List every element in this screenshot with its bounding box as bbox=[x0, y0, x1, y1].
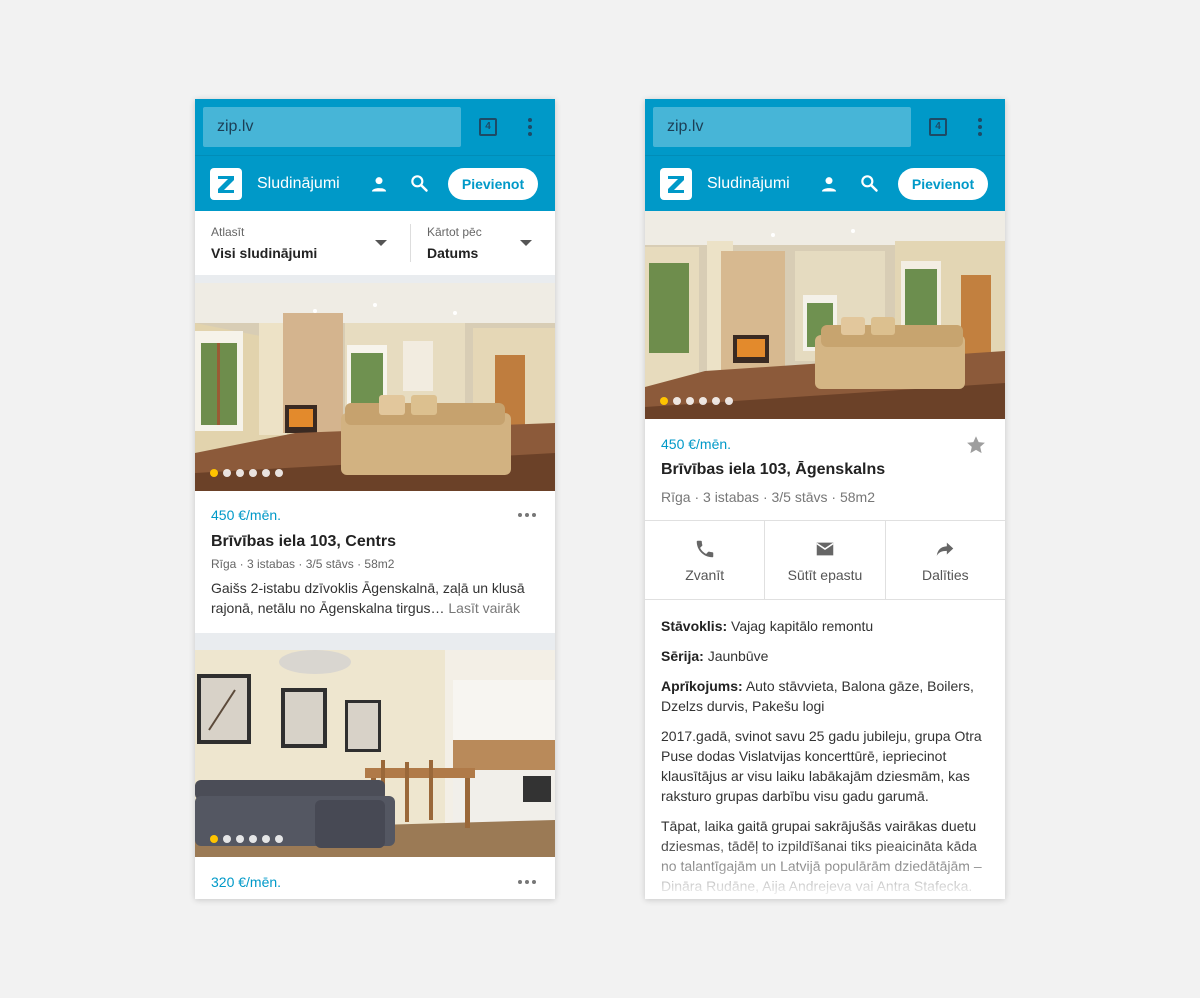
listing-screen: zip.lv 4 Sludinājumi Pievienot Atlasīt V… bbox=[195, 99, 555, 899]
url-bar[interactable]: zip.lv bbox=[653, 107, 911, 147]
listing-meta: Rīga · 3 istabas · 3/5 stāvs · 58m2 bbox=[211, 557, 395, 571]
browser-menu-icon[interactable] bbox=[977, 118, 983, 136]
phone-icon bbox=[696, 540, 713, 558]
more-options-icon[interactable] bbox=[518, 880, 536, 884]
description-paragraph: 2017.gadā, svinot savu 25 gadu jubileju,… bbox=[661, 728, 982, 804]
sort-dropdown-icon[interactable] bbox=[520, 240, 532, 246]
search-icon[interactable] bbox=[859, 173, 879, 193]
filter-label: Atlasīt bbox=[211, 225, 245, 239]
action-label: Dalīties bbox=[921, 567, 969, 583]
filter-bar: Atlasīt Visi sludinājumi Kārtot pēc Datu… bbox=[195, 211, 555, 275]
detail-field: Aprīkojums: Auto stāvvieta, Balona gāze,… bbox=[661, 676, 991, 716]
action-label: Zvanīt bbox=[685, 567, 725, 583]
listing-card[interactable]: 320 €/mēn. bbox=[195, 650, 555, 899]
add-listing-button[interactable]: Pievienot bbox=[898, 168, 988, 200]
favorite-star-icon[interactable] bbox=[965, 434, 987, 456]
share-button[interactable]: Dalīties bbox=[884, 521, 1005, 599]
kitchen-photo bbox=[195, 650, 555, 857]
app-title: Sludinājumi bbox=[257, 175, 340, 192]
field-key: Sērija: bbox=[661, 648, 704, 664]
app-header: Sludinājumi Pievienot bbox=[645, 155, 1005, 211]
field-key: Aprīkojums: bbox=[661, 678, 743, 694]
detail-field: Sērija: Jaunbūve bbox=[661, 646, 991, 666]
photo-pager[interactable] bbox=[660, 397, 733, 405]
text-fade-overlay bbox=[645, 839, 1005, 899]
add-listing-button[interactable]: Pievienot bbox=[448, 168, 538, 200]
filter-value: Visi sludinājumi bbox=[211, 245, 318, 261]
search-icon[interactable] bbox=[409, 173, 429, 193]
tabs-count-icon[interactable]: 4 bbox=[929, 118, 947, 136]
sort-label: Kārtot pēc bbox=[427, 225, 482, 239]
user-icon[interactable] bbox=[819, 174, 839, 194]
contact-actions: Zvanīt Sūtīt epastu Dalīties bbox=[645, 520, 1005, 600]
listing-photo[interactable] bbox=[195, 650, 555, 857]
email-button[interactable]: Sūtīt epastu bbox=[764, 521, 884, 599]
listing-description: Gaišs 2-istabu dzīvoklis Āgenskalnā, zaļ… bbox=[211, 578, 541, 618]
listing-title[interactable]: Brīvības iela 103, Centrs bbox=[211, 533, 396, 551]
action-label: Sūtīt epastu bbox=[787, 567, 863, 583]
photo-pager[interactable] bbox=[210, 469, 283, 477]
field-value: Jaunbūve bbox=[707, 648, 769, 664]
photo-pager[interactable] bbox=[210, 835, 283, 843]
divider bbox=[410, 224, 411, 262]
living-room-photo bbox=[645, 211, 1005, 419]
filter-dropdown-icon[interactable] bbox=[375, 240, 387, 246]
read-more-link[interactable]: Lasīt vairāk bbox=[448, 600, 520, 616]
listing-price: 450 €/mēn. bbox=[661, 436, 732, 452]
listing-price: 450 €/mēn. bbox=[211, 507, 282, 523]
browser-toolbar: zip.lv 4 bbox=[195, 99, 555, 155]
share-icon bbox=[937, 542, 954, 556]
more-options-icon[interactable] bbox=[518, 513, 536, 517]
field-key: Stāvoklis: bbox=[661, 618, 728, 634]
sort-value: Datums bbox=[427, 245, 479, 261]
filter-select[interactable]: Atlasīt Visi sludinājumi bbox=[211, 225, 317, 261]
listing-meta: Rīga · 3 istabas · 3/5 stāvs · 58m2 bbox=[661, 489, 875, 505]
detail-screen: zip.lv 4 Sludinājumi Pievienot 450 €/mēn… bbox=[645, 99, 1005, 899]
listing-card[interactable]: 450 €/mēn. Brīvības iela 103, Centrs Rīg… bbox=[195, 283, 555, 633]
browser-toolbar: zip.lv 4 bbox=[645, 99, 1005, 155]
app-header: Sludinājumi Pievienot bbox=[195, 155, 555, 211]
listing-photo[interactable] bbox=[195, 283, 555, 491]
call-button[interactable]: Zvanīt bbox=[645, 521, 764, 599]
listing-title: Brīvības iela 103, Āgenskalns bbox=[661, 461, 886, 478]
listing-price: 320 €/mēn. bbox=[211, 874, 282, 890]
url-text: zip.lv bbox=[667, 118, 704, 135]
mail-icon bbox=[816, 542, 834, 556]
user-icon[interactable] bbox=[369, 174, 389, 194]
listing-photo[interactable] bbox=[645, 211, 1005, 419]
sort-select[interactable]: Kārtot pēc Datums bbox=[427, 225, 482, 261]
app-title: Sludinājumi bbox=[707, 175, 790, 192]
url-bar[interactable]: zip.lv bbox=[203, 107, 461, 147]
detail-field: Stāvoklis: Vajag kapitālo remontu bbox=[661, 616, 991, 636]
browser-menu-icon[interactable] bbox=[527, 118, 533, 136]
field-value: Vajag kapitālo remontu bbox=[731, 618, 874, 634]
url-text: zip.lv bbox=[217, 118, 254, 135]
tabs-count-icon[interactable]: 4 bbox=[479, 118, 497, 136]
zip-logo-icon[interactable] bbox=[660, 168, 692, 200]
zip-logo-icon[interactable] bbox=[210, 168, 242, 200]
living-room-photo bbox=[195, 283, 555, 491]
